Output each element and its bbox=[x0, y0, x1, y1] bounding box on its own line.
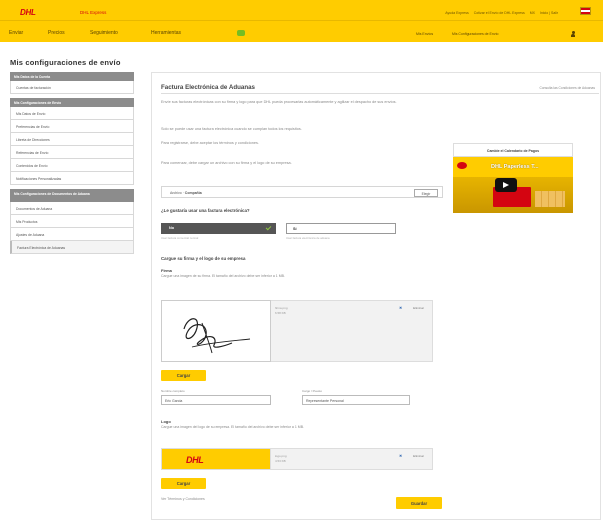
sidebar-group-header: Mis Configuraciones de Envío bbox=[10, 98, 134, 107]
top-link-quote[interactable]: Cotizar el Envío de DHL Express bbox=[474, 11, 525, 15]
top-link-country[interactable]: MX bbox=[530, 11, 535, 15]
sidebar-item-productos[interactable]: Mis Productos bbox=[10, 215, 134, 228]
nav-enviar[interactable]: Enviar bbox=[9, 30, 23, 36]
signature-image bbox=[183, 318, 251, 354]
file-row: Archivo · Compañía Elegir bbox=[161, 186, 443, 198]
logo-file-name: logo.png bbox=[275, 454, 287, 458]
logo-preview-image: DHL bbox=[186, 455, 204, 465]
e-invoice-question: ¿Le gustaría usar una factura electrónic… bbox=[161, 208, 250, 213]
terms-link[interactable]: Ver Términos y Condiciones bbox=[161, 497, 205, 501]
signature-file-name: firma.png bbox=[275, 306, 288, 310]
video-title: DHL Paperless T... bbox=[491, 164, 539, 170]
video-card-label: Cambie el Calendario de Pagos bbox=[453, 143, 573, 157]
firma-description: Cargue una imagen de su firma. El tamaño… bbox=[161, 274, 285, 278]
save-button[interactable]: Guardar bbox=[396, 497, 442, 509]
delete-logo-link[interactable]: Eliminar bbox=[413, 454, 424, 458]
video-player[interactable]: DHL Paperless T... bbox=[453, 157, 573, 213]
sidebar-item-referencias[interactable]: Referencias de Envío bbox=[10, 146, 134, 159]
intro-paragraph: Envíe sus facturas electrónicas con su f… bbox=[161, 100, 397, 104]
file-row-text: Archivo · Compañía bbox=[170, 191, 202, 195]
nav-precios[interactable]: Precios bbox=[48, 30, 65, 36]
upload-title: Cargue su firma y el logo de su empresa bbox=[161, 256, 246, 261]
top-link-help[interactable]: Ayuda Express bbox=[445, 11, 468, 15]
nav-configuraciones[interactable]: Mis Configuraciones de Envío bbox=[452, 32, 499, 36]
sidebar-item-preferencias[interactable]: Preferencias de Envío bbox=[10, 120, 134, 133]
toggle-si-button[interactable]: Sí bbox=[286, 223, 396, 234]
logo-file-size: 4.53 KB bbox=[275, 459, 286, 463]
mexico-flag-icon[interactable] bbox=[580, 7, 591, 15]
hint-no: Usar factura comercial normal bbox=[161, 236, 199, 240]
nav-herramientas[interactable]: Herramientas bbox=[151, 30, 181, 36]
toggle-si-label: Sí bbox=[293, 227, 297, 231]
upload-signature-button[interactable]: Cargar bbox=[161, 370, 206, 381]
terms-paragraph: Para registrarse, debe aceptar los térmi… bbox=[161, 141, 259, 145]
nav-seguimiento[interactable]: Seguimiento bbox=[90, 30, 118, 36]
top-link-login[interactable]: Inicio | Salir bbox=[540, 11, 558, 15]
user-icon[interactable] bbox=[571, 31, 575, 37]
sidebar: Mis Datos de la Cuenta Cuentas de factur… bbox=[10, 72, 134, 254]
main-nav: Enviar Precios Seguimiento Herramientas … bbox=[0, 20, 603, 42]
logo-subtitle: DHL Express bbox=[80, 10, 107, 15]
sidebar-item-factura[interactable]: Factura Electrónica de Aduanas bbox=[10, 241, 134, 254]
signature-file-size: 6.58 KB bbox=[275, 311, 286, 315]
logo-file-info: logo.png 4.53 KB ✖ Eliminar bbox=[271, 448, 433, 470]
signature-preview bbox=[161, 300, 271, 362]
delete-signature-link[interactable]: Eliminar bbox=[413, 306, 424, 310]
sidebar-group-header: Mis Datos de la Cuenta bbox=[10, 72, 134, 81]
checkmark-icon bbox=[265, 224, 272, 230]
delete-icon[interactable]: ✖ bbox=[399, 306, 402, 310]
name-input[interactable]: Eric Garcia bbox=[161, 395, 271, 405]
sidebar-item-documentos[interactable]: Documentos de Aduana bbox=[10, 202, 134, 215]
name-label: Nombre completo bbox=[161, 389, 185, 393]
logo-preview: DHL bbox=[161, 448, 271, 470]
sidebar-item-datos-envio[interactable]: Mis Datos de Envío bbox=[10, 107, 134, 120]
sidebar-item-ajustes[interactable]: Ajustes de Aduana bbox=[10, 228, 134, 241]
logo-label: Logo bbox=[161, 419, 171, 424]
hint-si: Usar factura electrónica de aduana bbox=[286, 236, 330, 240]
boxes-image bbox=[535, 191, 565, 207]
content-panel: Factura Electrónica de Aduanas Consulta … bbox=[151, 72, 601, 520]
nav-mis-envios[interactable]: Mis Envíos bbox=[416, 32, 433, 36]
requirements-paragraph: Solo se puede usar una factura electróni… bbox=[161, 127, 302, 131]
dhl-logo[interactable]: DHL bbox=[20, 8, 36, 17]
video-channel-icon bbox=[457, 162, 467, 169]
firma-label: Firma bbox=[161, 268, 172, 273]
top-links: Ayuda Express Cotizar el Envío de DHL Ex… bbox=[441, 11, 558, 15]
conditions-link[interactable]: Consulta las Condiciones de Aduanas bbox=[539, 86, 595, 90]
title-input[interactable]: Representante Personal bbox=[302, 395, 410, 405]
sidebar-item-libreta[interactable]: Libreta de Direcciones bbox=[10, 133, 134, 146]
delete-icon[interactable]: ✖ bbox=[399, 454, 402, 458]
sidebar-item-notificaciones[interactable]: Notificaciones Personalizadas bbox=[10, 172, 134, 185]
sidebar-item-contenidos[interactable]: Contenidos de Envío bbox=[10, 159, 134, 172]
toggle-no-label: No bbox=[169, 226, 175, 230]
page-title: Mis configuraciones de envío bbox=[10, 58, 121, 67]
sidebar-group-header: Mis Configuraciones de Documentos de Adu… bbox=[10, 189, 134, 202]
sidebar-item-cuentas[interactable]: Cuentas de facturación bbox=[10, 81, 134, 94]
logo-description: Cargue una imagen del logo de su empresa… bbox=[161, 425, 304, 429]
signature-file-info: firma.png 6.58 KB ✖ Eliminar bbox=[271, 300, 433, 362]
top-header: DHL DHL Express Ayuda Express Cotizar el… bbox=[0, 0, 603, 20]
upload-paragraph: Para comenzar, debe cargar un archivo co… bbox=[161, 161, 292, 165]
new-badge-icon bbox=[237, 30, 245, 36]
divider bbox=[161, 93, 599, 94]
play-icon[interactable] bbox=[495, 178, 517, 192]
upload-logo-button[interactable]: Cargar bbox=[161, 478, 206, 489]
choose-file-button[interactable]: Elegir bbox=[414, 189, 438, 197]
title-label: Cargo / Puesto bbox=[302, 389, 323, 393]
section-title: Factura Electrónica de Aduanas bbox=[161, 84, 255, 91]
toggle-no-button[interactable]: No bbox=[161, 223, 276, 234]
